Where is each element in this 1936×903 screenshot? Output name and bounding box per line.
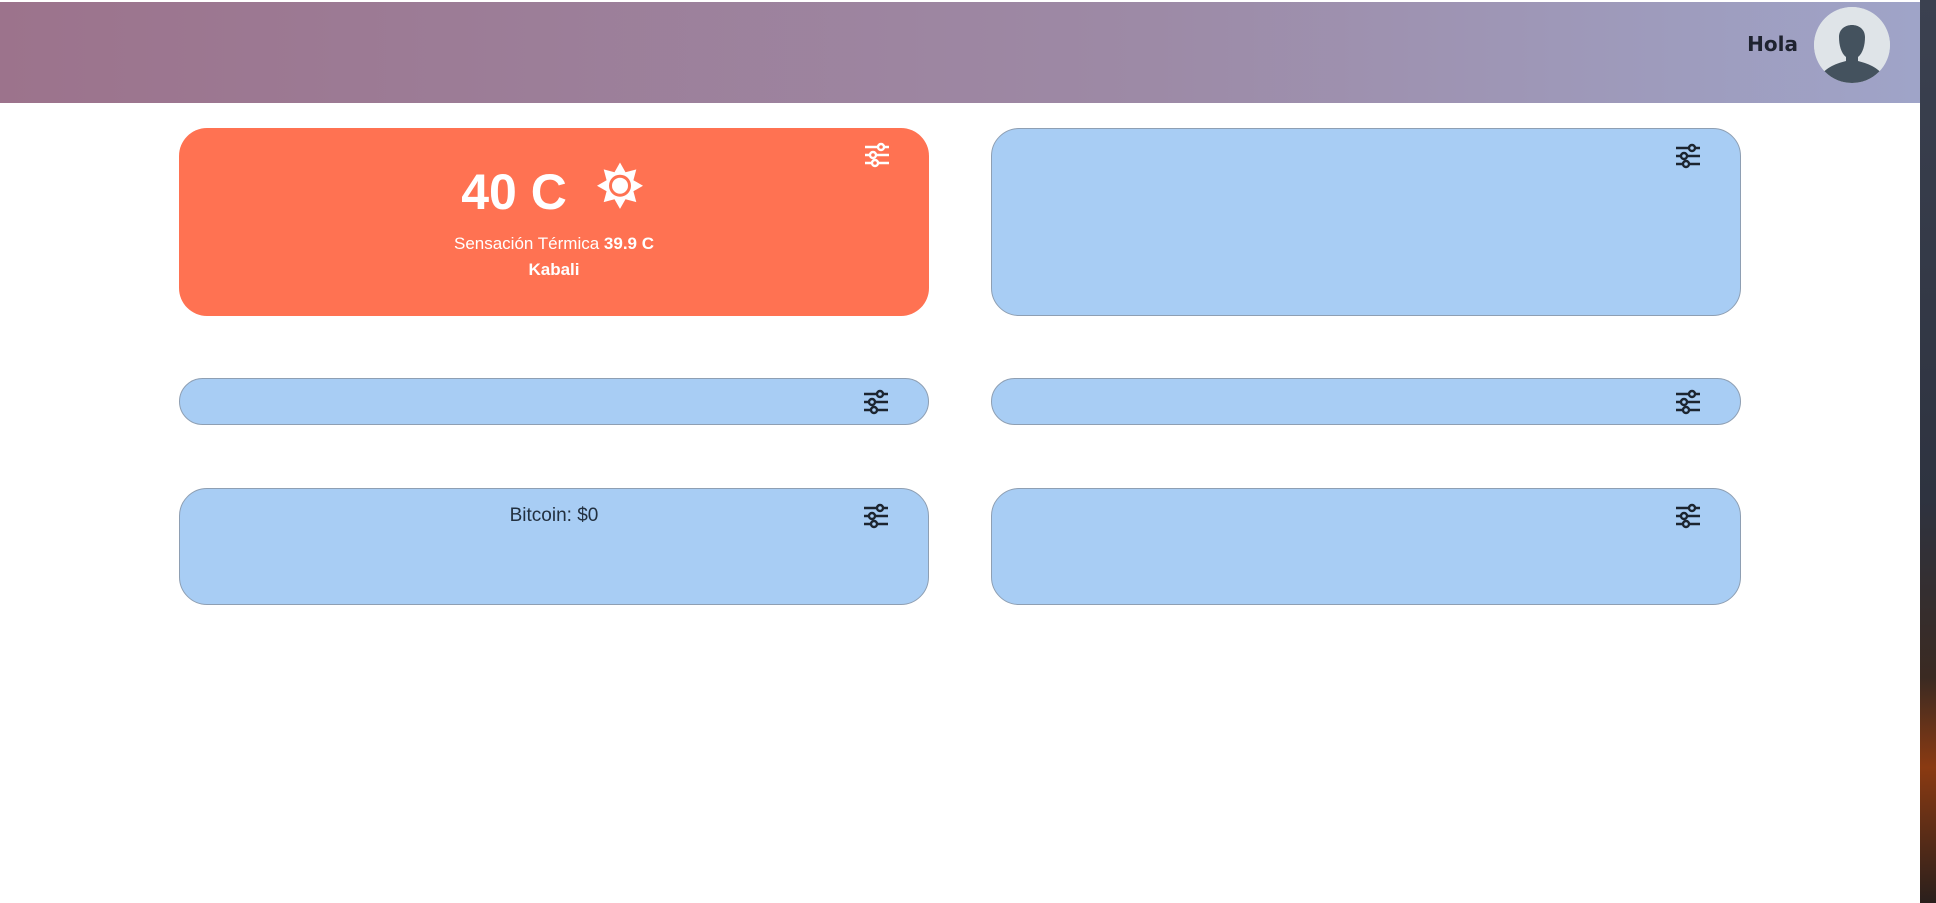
sliders-icon[interactable]	[1674, 503, 1702, 529]
widget-card	[991, 128, 1741, 316]
greeting-text: Hola	[1747, 32, 1798, 56]
top-header: Hola	[0, 2, 1920, 103]
widget-card	[991, 378, 1741, 425]
sliders-icon[interactable]	[1674, 389, 1702, 415]
sliders-icon[interactable]	[1674, 143, 1702, 169]
city-name: Kabali	[528, 260, 580, 279]
sliders-icon[interactable]	[862, 389, 890, 415]
feels-like-label: Sensación Térmica	[453, 234, 600, 253]
feels-like-value: 39.9 C	[603, 234, 655, 253]
weather-widget: 40 C Sensación Térmica 39.9 C Kabali	[179, 128, 929, 316]
temperature-row: 40 C	[179, 162, 929, 224]
bitcoin-price: Bitcoin: $0	[509, 505, 599, 526]
background-strip	[1920, 0, 1936, 903]
sliders-icon[interactable]	[862, 503, 890, 529]
widget-card	[179, 378, 929, 425]
temperature-value: 40 C	[461, 164, 567, 220]
user-avatar-icon[interactable]	[1814, 7, 1890, 83]
widget-card	[991, 488, 1741, 605]
dashboard-page: Hola 40 C Sensación Térmica 39.9 C Kabal…	[0, 0, 1936, 903]
feels-like-line: Sensación Térmica 39.9 C	[179, 234, 929, 254]
bitcoin-widget: Bitcoin: $0	[179, 488, 929, 605]
sun-icon	[593, 159, 647, 224]
